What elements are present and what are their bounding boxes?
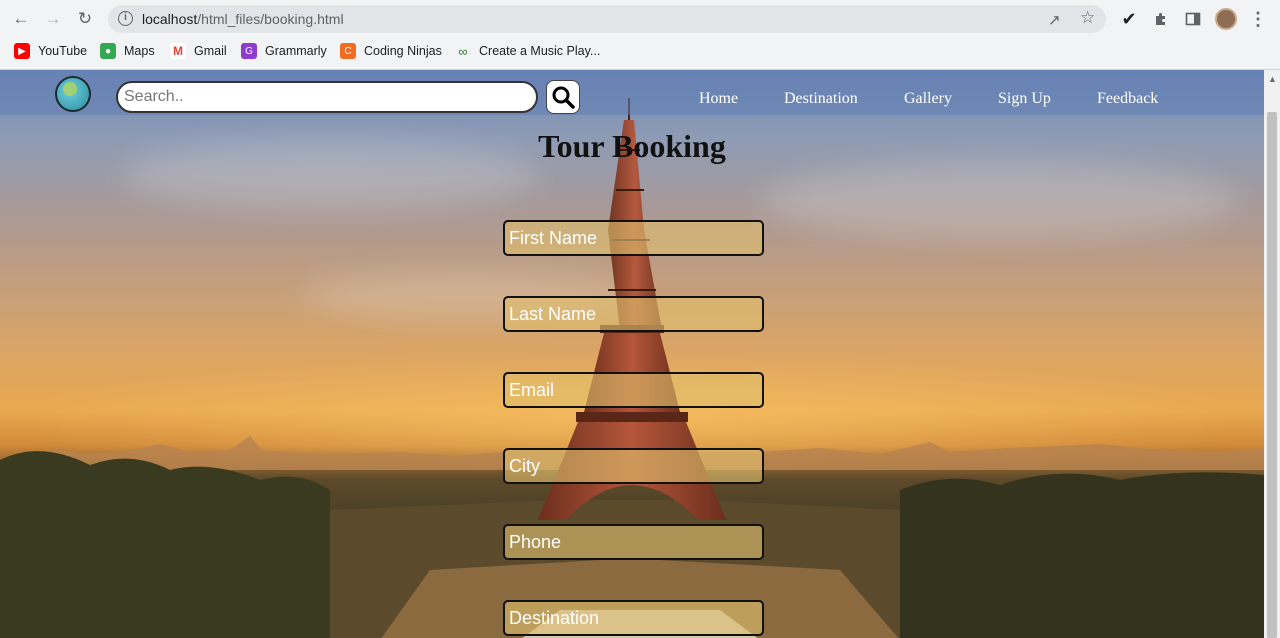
share-icon[interactable]: ↗ — [1048, 11, 1061, 29]
address-bar[interactable]: i localhost/html_files/booking.html ↗ ☆ — [108, 5, 1106, 33]
search-icon — [552, 86, 575, 109]
nav-link-sign-up[interactable]: Sign Up — [998, 90, 1051, 108]
site-info-icon[interactable]: i — [118, 11, 133, 26]
forward-arrow-icon[interactable]: → — [41, 7, 65, 31]
scroll-up-icon[interactable]: ▲ — [1268, 74, 1277, 84]
nav-link-feedback[interactable]: Feedback — [1097, 90, 1158, 108]
bookmarks-bar: ▶ YouTube ● Maps M Gmail G Grammarly C C… — [0, 40, 1280, 62]
first-name-field[interactable] — [503, 220, 764, 256]
browser-chrome: ← → ↻ i localhost/html_files/booking.htm… — [0, 0, 1280, 70]
phone-field[interactable] — [503, 524, 764, 560]
search-input[interactable] — [116, 81, 538, 113]
coding-ninjas-icon: C — [340, 43, 356, 59]
nav-link-destination[interactable]: Destination — [784, 90, 858, 108]
email-field[interactable] — [503, 372, 764, 408]
reload-icon[interactable]: ↻ — [73, 7, 97, 31]
page-scrollbar[interactable]: ▲ — [1264, 70, 1280, 638]
destination-field[interactable] — [503, 600, 764, 636]
link-icon: ∞ — [458, 43, 468, 59]
back-arrow-icon[interactable]: ← — [9, 7, 33, 31]
bookmark-grammarly[interactable]: G Grammarly — [241, 40, 327, 62]
sky-cloud — [760, 160, 1240, 240]
profile-avatar[interactable] — [1215, 8, 1237, 30]
bookmark-youtube[interactable]: ▶ YouTube — [14, 40, 87, 62]
bookmark-coding-ninjas[interactable]: C Coding Ninjas — [340, 40, 442, 62]
extensions-puzzle-icon[interactable] — [1150, 8, 1172, 30]
bookmark-maps[interactable]: ● Maps — [100, 40, 155, 62]
last-name-field[interactable] — [503, 296, 764, 332]
bookmark-music-playlist[interactable]: ∞ Create a Music Play... — [455, 40, 600, 62]
nav-link-gallery[interactable]: Gallery — [904, 90, 952, 108]
side-panel-icon[interactable] — [1182, 8, 1204, 30]
extension-check-icon[interactable]: ✔ — [1118, 8, 1140, 30]
grammarly-icon: G — [241, 43, 257, 59]
scrollbar-thumb[interactable] — [1267, 112, 1277, 638]
more-menu-icon[interactable]: ⋮ — [1247, 8, 1269, 30]
globe-logo-icon[interactable] — [55, 76, 91, 112]
address-url[interactable]: localhost/html_files/booking.html — [142, 11, 344, 27]
search-button[interactable] — [546, 80, 580, 114]
youtube-icon: ▶ — [14, 43, 30, 59]
bookmark-gmail[interactable]: M Gmail — [170, 40, 227, 62]
page-viewport: Home Destination Gallery Sign Up Feedbac… — [0, 70, 1264, 638]
gmail-icon: M — [170, 43, 186, 59]
nav-link-home[interactable]: Home — [699, 90, 738, 108]
bookmark-star-icon[interactable]: ☆ — [1080, 8, 1095, 28]
page-title: Tour Booking — [538, 128, 726, 164]
city-field[interactable] — [503, 448, 764, 484]
maps-icon: ● — [100, 43, 116, 59]
site-header: Home Destination Gallery Sign Up Feedbac… — [0, 70, 1264, 115]
